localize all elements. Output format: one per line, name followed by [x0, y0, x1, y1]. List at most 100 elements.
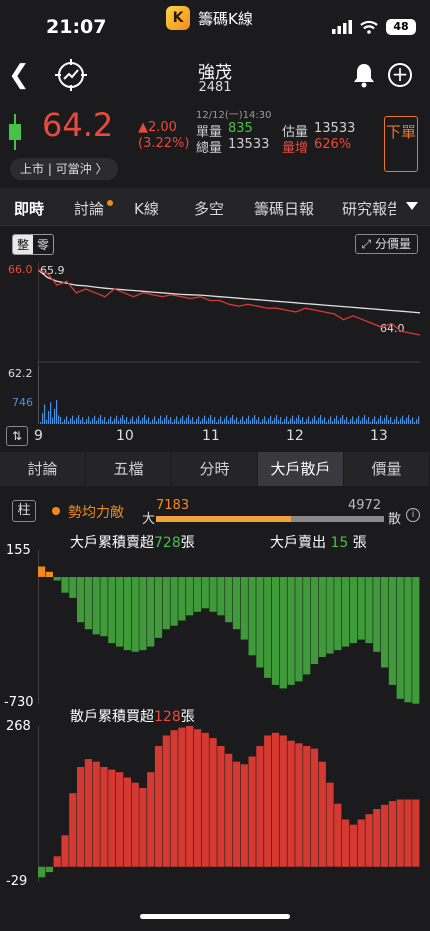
x-tick: 9 [34, 428, 43, 444]
chart-bar [256, 746, 264, 867]
volume-bar [370, 422, 372, 424]
volume-bar [184, 420, 186, 424]
volume-bar [96, 420, 98, 424]
volume-bar [104, 417, 106, 424]
volume-bar [196, 419, 198, 424]
volume-bar [278, 419, 280, 424]
status-time: 21:07 [46, 16, 107, 38]
force-bar-track [156, 516, 384, 522]
chart-bar [264, 577, 272, 678]
subtab-price-volume[interactable]: 價量 [344, 452, 430, 486]
chart-bar [178, 577, 186, 621]
volume-by-price-label: 分價量 [374, 237, 411, 251]
volume-bar [128, 422, 130, 424]
tab-research[interactable]: 研究報告 [342, 198, 396, 219]
volume-bar [158, 418, 160, 424]
volume-bar [380, 415, 382, 424]
volume-bar [100, 415, 102, 424]
subtab-discussion[interactable]: 討論 [0, 452, 86, 486]
chart-bar [131, 782, 139, 867]
chart-bar [264, 735, 272, 867]
candle-icon [9, 114, 21, 150]
vol-axis-side: 746 [12, 396, 33, 409]
tab-discussion[interactable]: 討論 [74, 198, 104, 219]
volume-bar [392, 422, 394, 424]
chart-bar [373, 577, 381, 652]
tab-longshort[interactable]: 多空 [194, 198, 224, 219]
price-change: ▲2.00 [138, 120, 177, 135]
order-button[interactable]: 下單 [384, 116, 418, 172]
volume-by-price-button[interactable]: ⤢ 分價量 [354, 234, 418, 254]
chart-bar [240, 764, 248, 867]
subtab-five-levels[interactable]: 五檔 [86, 452, 172, 486]
volume-bar [148, 417, 150, 424]
tab-menu-icon[interactable] [406, 202, 418, 210]
chart-bar [116, 577, 124, 647]
volume-bar [320, 415, 322, 424]
chart-bar [365, 577, 373, 644]
market-status-pill[interactable]: 上市 | 可當沖 〉 [10, 158, 118, 180]
volume-bar [302, 417, 304, 424]
new-dot-icon [107, 200, 113, 206]
chart-bar [248, 756, 256, 867]
big-sell-unit: 張 [352, 535, 367, 551]
bar-mode-button[interactable]: 柱 [12, 500, 36, 522]
volume-bar [108, 419, 110, 424]
volume-bar [90, 421, 92, 424]
tab-realtime[interactable]: 即時 [14, 198, 44, 219]
chart-bar [53, 577, 61, 581]
volume-bar [358, 415, 360, 424]
add-icon[interactable]: + [388, 63, 412, 87]
chart-bar [357, 819, 365, 867]
chart-bar [232, 577, 241, 630]
toggle-odd[interactable]: 零 [33, 235, 53, 254]
volume-bar [300, 419, 302, 424]
volume-bar [292, 415, 294, 424]
volume-bar [400, 418, 402, 424]
tab-kline[interactable]: K線 [134, 198, 159, 219]
swap-icon[interactable]: ⇅ [6, 426, 28, 446]
bell-icon[interactable] [352, 62, 376, 88]
small-label: 散 [388, 512, 402, 527]
chart-bar [217, 577, 225, 616]
volume-bar [416, 419, 418, 424]
volume-bar [352, 416, 354, 424]
total-vol: 13533 [228, 137, 270, 152]
volume-bar [312, 418, 314, 424]
chart-bar [45, 866, 53, 873]
chart-bar [256, 577, 264, 668]
lot-toggle[interactable]: 整 零 [12, 234, 55, 255]
big-title-text: 大戶累積賣超 [70, 535, 154, 551]
big-sell-text: 大戶賣出 [270, 535, 326, 551]
chart-bar [186, 577, 194, 616]
volume-bar [398, 421, 400, 424]
volume-bar [390, 417, 392, 424]
tab-chip-daily[interactable]: 籌碼日報 [254, 198, 314, 219]
info-icon[interactable]: i [406, 508, 420, 522]
chart-bar [45, 571, 53, 577]
toggle-whole[interactable]: 整 [13, 235, 34, 254]
volume-bar [260, 422, 262, 424]
volume-bar [50, 402, 52, 424]
volume-bar [168, 419, 170, 424]
chart-bar [84, 577, 92, 630]
volume-bar [218, 419, 220, 424]
chart-bar [123, 577, 131, 651]
big-sell-value: 15 [330, 535, 349, 551]
volume-bar [384, 417, 386, 424]
subtab-minute[interactable]: 分時 [172, 452, 258, 486]
sub-tabs: 討論 五檔 分時 大戶散戶 價量 [0, 452, 430, 486]
chart-bar [396, 799, 404, 867]
last-price: 64.2 [42, 106, 114, 144]
volume-bar [290, 418, 292, 424]
chart-bar [412, 799, 420, 867]
volume-bar [362, 417, 364, 424]
volume-bar [200, 421, 202, 424]
volume-bar [44, 404, 46, 424]
volume-bar [334, 418, 336, 424]
chart-bar [186, 726, 194, 867]
chart-bar [92, 761, 100, 867]
signal-icon [332, 20, 352, 34]
volume-bar [152, 419, 154, 424]
subtab-big-vs-retail[interactable]: 大戶散戶 [258, 452, 344, 486]
